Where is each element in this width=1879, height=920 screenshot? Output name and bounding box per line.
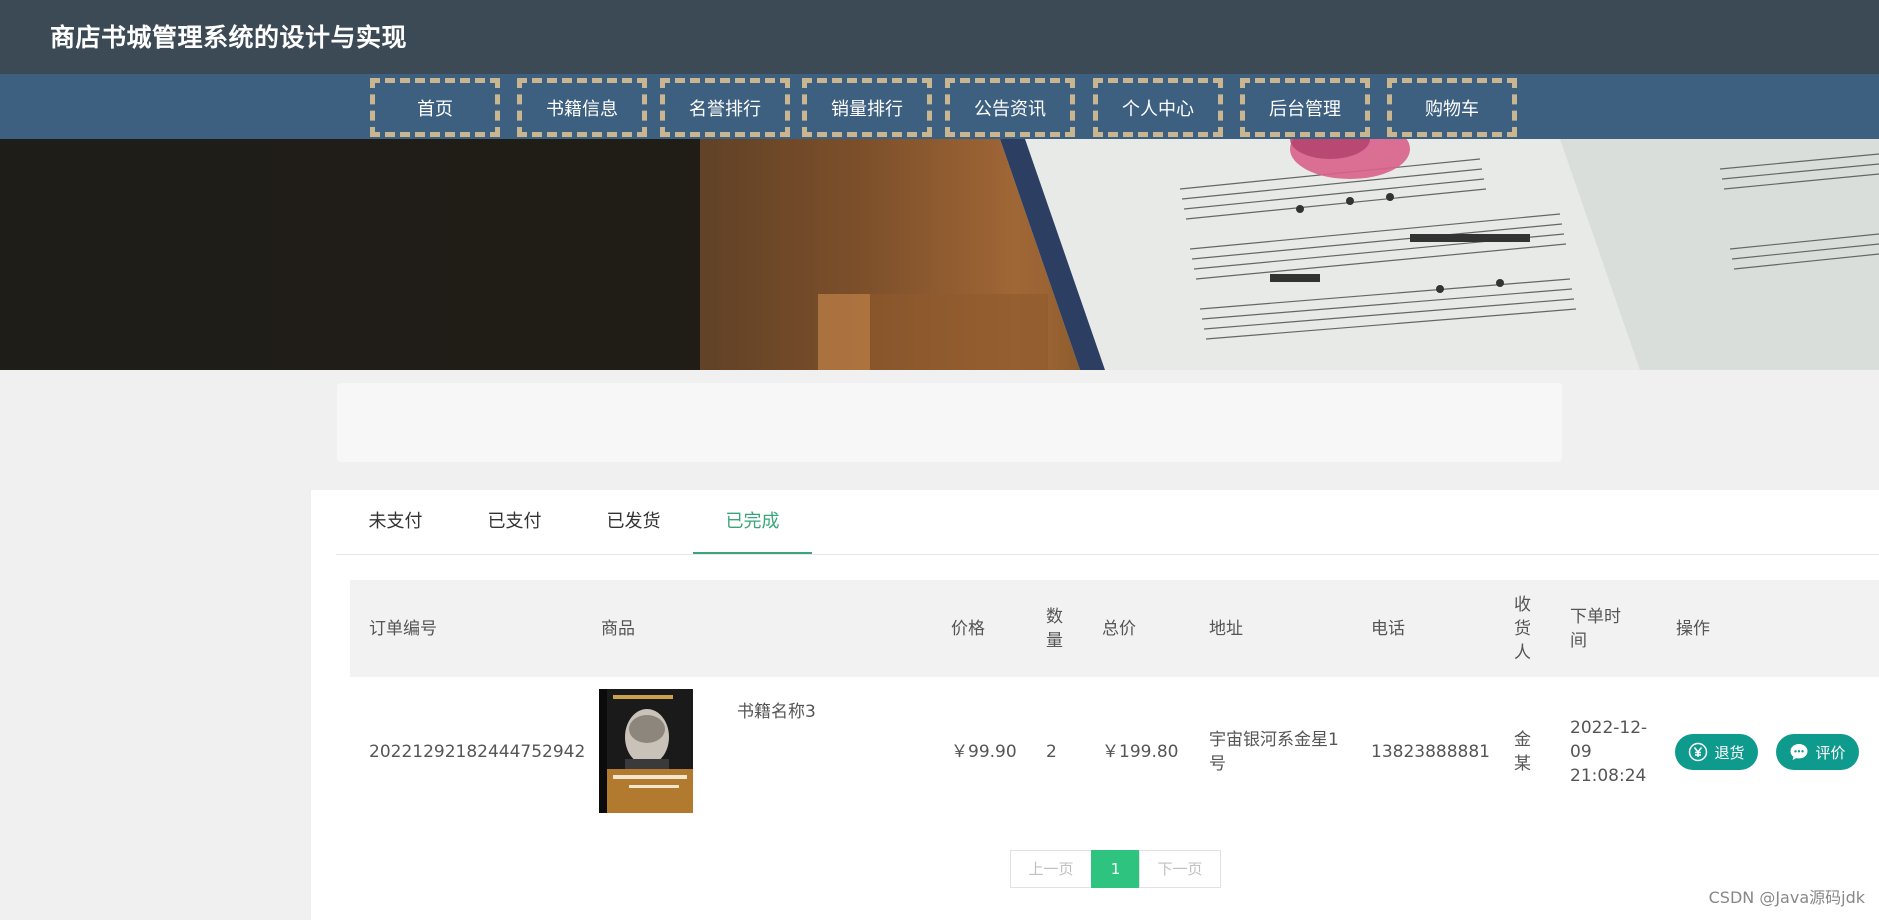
main-nav: 首页 书籍信息 名誉排行 销量排行 公告资讯 个人中心 后台管理 购物车 [0, 74, 1879, 139]
phone: 13823888881 [1371, 742, 1490, 762]
col-order-time: 下单时间 [1570, 606, 1621, 651]
col-price: 价格 [951, 618, 985, 639]
review-button[interactable]: 评价 [1776, 734, 1859, 770]
table-row: 20221292182444752942 书籍名称3 ￥99.90 2 ￥199… [350, 677, 1879, 827]
price: ￥99.90 [951, 742, 1017, 762]
tab-paid[interactable]: 已支付 [455, 490, 574, 554]
banner-image [0, 139, 1879, 370]
nav-home[interactable]: 首页 [370, 78, 500, 137]
top-header: 商店书城管理系统的设计与实现 [0, 0, 1879, 74]
prev-page-button[interactable]: 上一页 [1010, 850, 1092, 888]
watermark: CSDN @Java源码jdk [1708, 888, 1865, 907]
order-time: 2022-12-09 21:08:24 [1570, 718, 1648, 786]
col-phone: 电话 [1371, 618, 1405, 639]
nav-personal-center[interactable]: 个人中心 [1093, 78, 1223, 137]
receiver: 金某 [1514, 730, 1531, 774]
nav-announcements[interactable]: 公告资讯 [945, 78, 1075, 137]
col-order-no: 订单编号 [369, 618, 437, 639]
search-panel [337, 383, 1562, 462]
sheet-music-illustration [700, 139, 1879, 370]
col-address: 地址 [1209, 618, 1243, 639]
col-receiver: 收货人 [1514, 594, 1531, 663]
next-page-button[interactable]: 下一页 [1139, 850, 1221, 888]
col-qty: 数量 [1046, 606, 1063, 651]
review-button-label: 评价 [1815, 743, 1846, 762]
chat-bubble-icon [1789, 742, 1809, 762]
nav-admin[interactable]: 后台管理 [1240, 78, 1370, 137]
order-status-tabs: 未支付 已支付 已发货 已完成 [336, 490, 1879, 555]
col-total: 总价 [1102, 618, 1136, 639]
book-name[interactable]: 书籍名称3 [737, 697, 816, 722]
total-price: ￥199.80 [1102, 742, 1179, 762]
page-1-button[interactable]: 1 [1091, 850, 1140, 888]
quantity: 2 [1046, 742, 1057, 762]
table-header: 订单编号 商品 价格 数量 总价 地址 电话 收货人 下单时间 操作 [350, 580, 1879, 677]
address: 宇宙银河系金星1号 [1209, 730, 1339, 774]
return-button-label: 退货 [1714, 743, 1745, 762]
tab-shipped[interactable]: 已发货 [574, 490, 693, 554]
site-title: 商店书城管理系统的设计与实现 [50, 23, 408, 52]
tab-unpaid[interactable]: 未支付 [336, 490, 455, 554]
return-button[interactable]: 退货 [1675, 734, 1758, 770]
nav-reputation-ranking[interactable]: 名誉排行 [660, 78, 790, 137]
nav-books[interactable]: 书籍信息 [517, 78, 647, 137]
book-cover-image[interactable] [599, 689, 693, 813]
yen-icon [1688, 742, 1708, 762]
nav-cart[interactable]: 购物车 [1387, 78, 1517, 137]
tab-completed[interactable]: 已完成 [693, 490, 812, 554]
order-content: 未支付 已支付 已发货 已完成 订单编号 商品 价格 数量 总价 地址 电话 收… [311, 490, 1879, 920]
col-actions: 操作 [1676, 618, 1710, 639]
nav-sales-ranking[interactable]: 销量排行 [802, 78, 932, 137]
col-product: 商品 [601, 618, 635, 639]
order-no: 20221292182444752942 [369, 742, 586, 762]
